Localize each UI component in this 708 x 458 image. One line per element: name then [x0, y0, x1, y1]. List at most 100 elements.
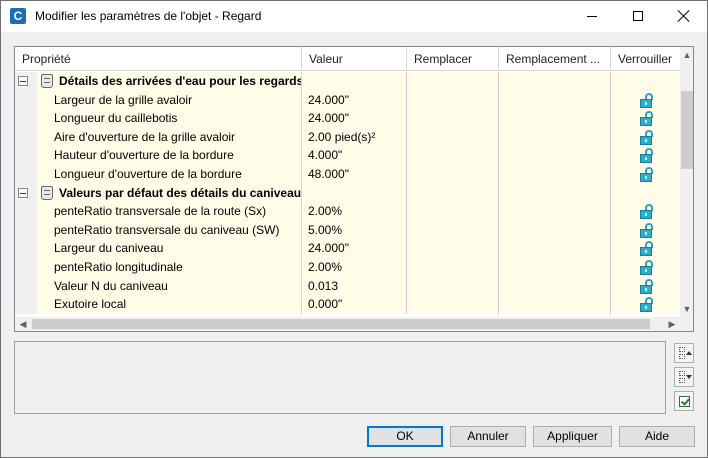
- property-value[interactable]: 24.000": [302, 239, 407, 258]
- scroll-left-icon[interactable]: ◀: [15, 317, 31, 331]
- row-gutter: [15, 72, 37, 91]
- override-cell[interactable]: [407, 183, 499, 203]
- property-row[interactable]: penteRatio transversale du caniveau (SW)…: [15, 220, 680, 240]
- row-label: Hauteur d'ouverture de la bordure: [54, 148, 234, 163]
- unlock-icon[interactable]: [640, 111, 654, 127]
- override-value-cell[interactable]: [499, 295, 611, 314]
- property-row[interactable]: Largeur du caniveau 24.000": [15, 239, 680, 258]
- column-header-lock[interactable]: Verrouiller: [611, 47, 680, 71]
- category-row[interactable]: Détails des arrivées d'eau pour les rega…: [15, 72, 680, 91]
- lock-cell: [611, 239, 680, 258]
- override-cell[interactable]: [407, 146, 499, 165]
- override-value-cell[interactable]: [499, 220, 611, 240]
- property-value[interactable]: 2.00%: [302, 257, 407, 277]
- property-row[interactable]: penteRatio longitudinale 2.00%: [15, 257, 680, 277]
- override-cell[interactable]: [407, 276, 499, 296]
- override-value-cell[interactable]: [499, 72, 611, 91]
- maximize-button[interactable]: [615, 1, 661, 32]
- row-gutter: [15, 183, 37, 203]
- unlock-icon[interactable]: [640, 166, 654, 182]
- checkmark-icon: [679, 396, 690, 407]
- row-gutter: [15, 239, 37, 258]
- override-value-cell[interactable]: [499, 109, 611, 128]
- column-header-override[interactable]: Remplacer: [407, 47, 499, 71]
- property-value[interactable]: 5.00%: [302, 220, 407, 240]
- lock-cell: [611, 72, 680, 91]
- override-value-cell[interactable]: [499, 276, 611, 296]
- row-label: Longueur du caillebotis: [54, 111, 178, 126]
- scroll-up-icon[interactable]: ▲: [680, 47, 693, 63]
- property-row[interactable]: Aire d'ouverture de la grille avaloir 2.0…: [15, 127, 680, 147]
- override-value-cell[interactable]: [499, 164, 611, 184]
- override-cell[interactable]: [407, 72, 499, 91]
- override-value-cell[interactable]: [499, 183, 611, 203]
- cancel-button[interactable]: Annuler: [450, 426, 526, 447]
- property-value[interactable]: 2.00%: [302, 202, 407, 221]
- property-row[interactable]: Valeur N du caniveau 0.013: [15, 276, 680, 296]
- property-row[interactable]: Longueur du caillebotis 24.000": [15, 109, 680, 128]
- override-cell[interactable]: [407, 239, 499, 258]
- property-value[interactable]: [302, 183, 407, 203]
- property-value[interactable]: 2.00 pied(s)²: [302, 127, 407, 147]
- property-value[interactable]: 48.000": [302, 164, 407, 184]
- horizontal-scroll-thumb[interactable]: [32, 319, 650, 329]
- property-value[interactable]: [302, 72, 407, 91]
- override-cell[interactable]: [407, 90, 499, 110]
- override-value-cell[interactable]: [499, 127, 611, 147]
- row-label: Valeur N du caniveau: [54, 278, 168, 293]
- override-value-cell[interactable]: [499, 239, 611, 258]
- property-row[interactable]: penteRatio transversale de la route (Sx)…: [15, 202, 680, 221]
- unlock-icon[interactable]: [640, 148, 654, 164]
- property-value[interactable]: 24.000": [302, 90, 407, 110]
- minimize-button[interactable]: [569, 1, 615, 32]
- property-row[interactable]: Hauteur d'ouverture de la bordure 4.000": [15, 146, 680, 165]
- property-value[interactable]: 0.013: [302, 276, 407, 296]
- override-cell[interactable]: [407, 127, 499, 147]
- column-header-property[interactable]: Propriété: [15, 47, 302, 71]
- close-button[interactable]: [661, 1, 707, 32]
- property-row[interactable]: Largeur de la grille avaloir 24.000": [15, 90, 680, 110]
- unlock-icon[interactable]: [640, 129, 654, 145]
- ok-button[interactable]: OK: [367, 426, 443, 447]
- scroll-right-icon[interactable]: ▶: [664, 317, 680, 331]
- row-label: Largeur de la grille avaloir: [54, 92, 193, 107]
- unlock-icon[interactable]: [640, 204, 654, 220]
- collapse-all-button[interactable]: [674, 367, 694, 387]
- vertical-scroll-thumb[interactable]: [681, 91, 693, 169]
- property-value[interactable]: 24.000": [302, 109, 407, 128]
- collapse-icon[interactable]: [18, 187, 28, 198]
- unlock-icon[interactable]: [640, 278, 654, 294]
- property-value[interactable]: 0.000": [302, 295, 407, 314]
- unlock-icon[interactable]: [640, 297, 654, 313]
- help-button[interactable]: Aide: [619, 426, 695, 447]
- property-row[interactable]: Exutoire local 0.000": [15, 295, 680, 314]
- override-value-cell[interactable]: [499, 202, 611, 221]
- expand-all-button[interactable]: [674, 343, 694, 363]
- column-header-override-value[interactable]: Remplacement ...: [499, 47, 611, 71]
- override-cell[interactable]: [407, 220, 499, 240]
- override-value-cell[interactable]: [499, 257, 611, 277]
- unlock-icon[interactable]: [640, 241, 654, 257]
- override-cell[interactable]: [407, 109, 499, 128]
- collapse-icon[interactable]: [18, 76, 28, 86]
- override-cell[interactable]: [407, 164, 499, 184]
- override-cell[interactable]: [407, 257, 499, 277]
- lock-cell: [611, 146, 680, 165]
- override-cell[interactable]: [407, 295, 499, 314]
- toggle-check-button[interactable]: [674, 391, 694, 411]
- vertical-scrollbar[interactable]: ▲ ▼: [680, 47, 693, 317]
- category-row[interactable]: Valeurs par défaut des détails du canive…: [15, 183, 680, 203]
- scroll-down-icon[interactable]: ▼: [680, 301, 693, 317]
- property-row[interactable]: Longueur d'ouverture de la bordure 48.000…: [15, 164, 680, 184]
- unlock-icon[interactable]: [640, 92, 654, 108]
- horizontal-scrollbar[interactable]: ◀ ▶: [15, 317, 680, 331]
- override-value-cell[interactable]: [499, 90, 611, 110]
- unlock-icon[interactable]: [640, 222, 654, 238]
- column-header-value[interactable]: Valeur: [302, 47, 407, 71]
- lock-cell: [611, 109, 680, 128]
- override-cell[interactable]: [407, 202, 499, 221]
- apply-button[interactable]: Appliquer: [533, 426, 612, 447]
- unlock-icon[interactable]: [640, 259, 654, 275]
- override-value-cell[interactable]: [499, 146, 611, 165]
- property-value[interactable]: 4.000": [302, 146, 407, 165]
